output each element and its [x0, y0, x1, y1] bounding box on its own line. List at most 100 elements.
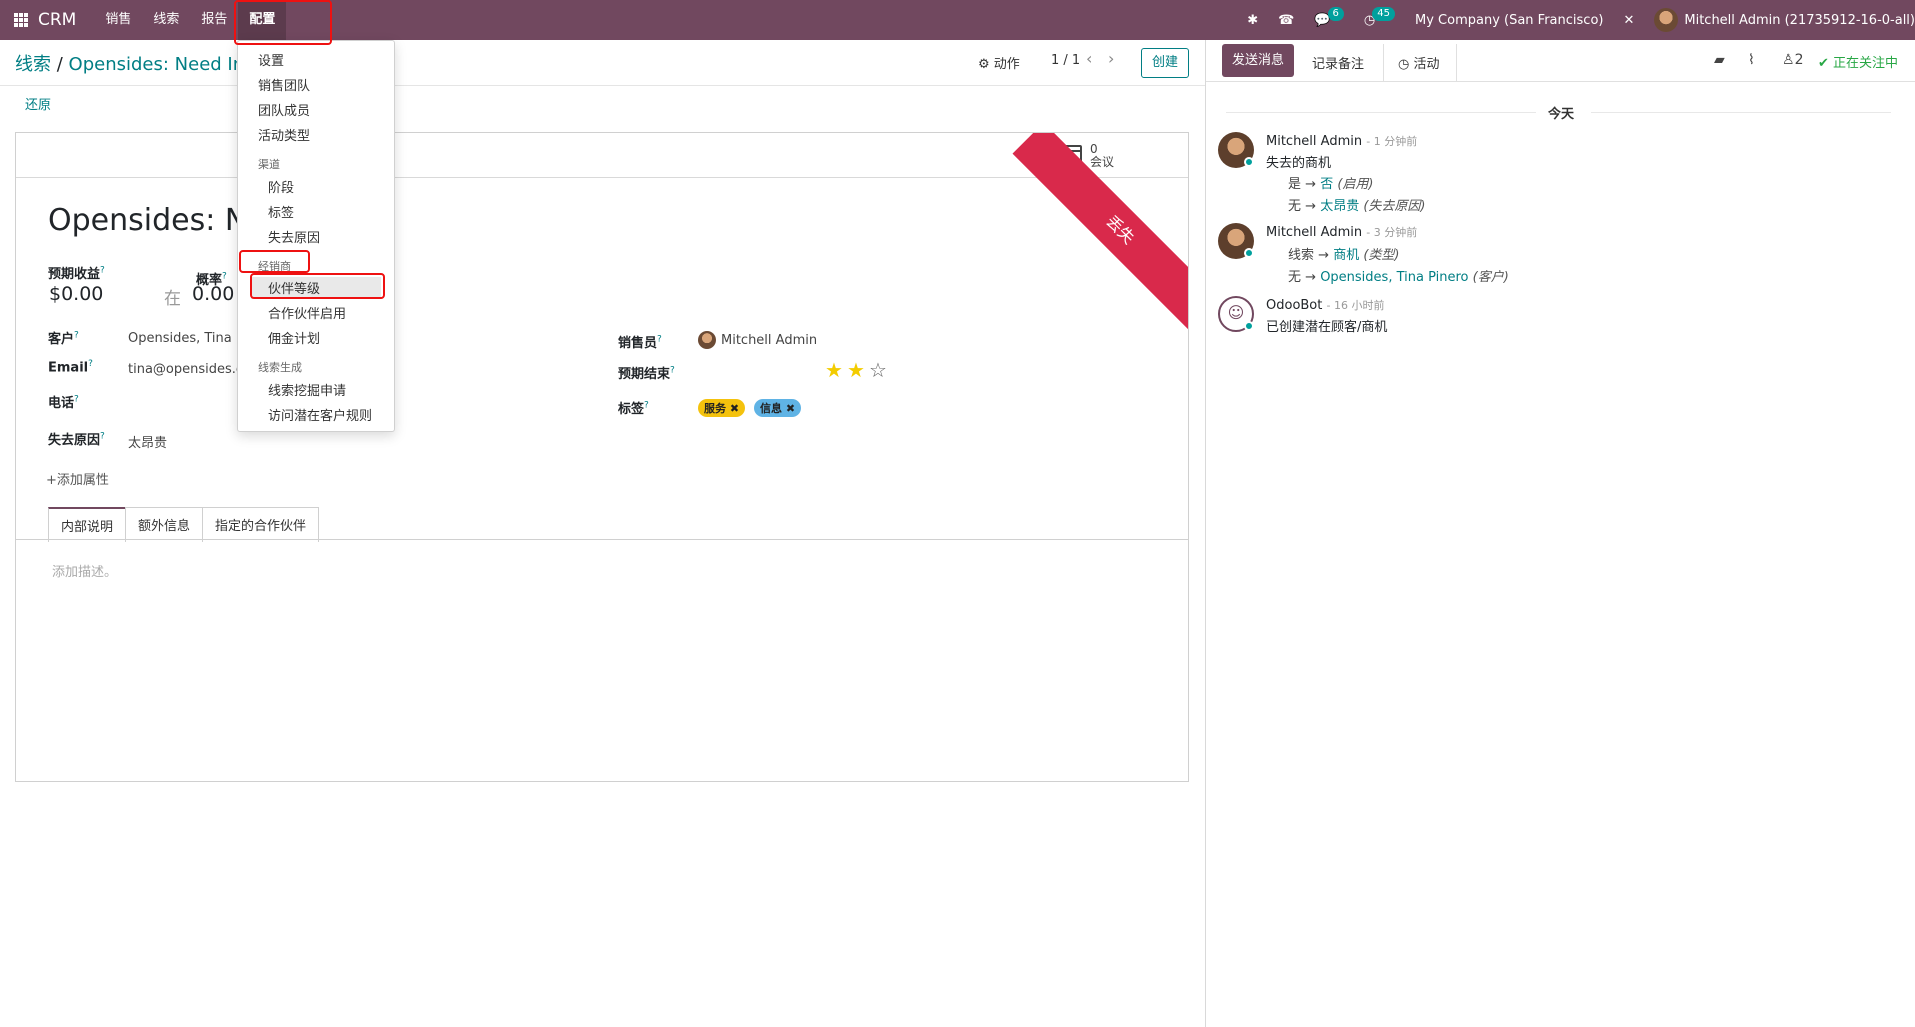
message-body: 已创建潜在顾客/商机	[1266, 320, 1388, 335]
menu-item-activity-types[interactable]: 活动类型	[258, 125, 310, 144]
breadcrumb-leads[interactable]: 线索	[15, 54, 51, 75]
action-label: 动作	[993, 57, 1020, 72]
menu-item-partner-activation[interactable]: 合作伙伴启用	[268, 303, 346, 322]
menu-item-settings[interactable]: 设置	[258, 50, 284, 69]
online-status-icon	[1244, 157, 1254, 167]
star-filled-icon[interactable]: ★	[847, 358, 865, 382]
book-icon[interactable]: ▰	[1714, 52, 1725, 68]
app-name[interactable]: CRM	[38, 10, 76, 30]
star-empty-icon[interactable]: ☆	[869, 358, 887, 382]
tracking-line: 无 → Opensides, Tina Pinero (客户)	[1288, 270, 1509, 285]
menu-item-sales-teams[interactable]: 销售团队	[258, 75, 310, 94]
user-name: Mitchell Admin (21735912-16-0-all)	[1684, 12, 1915, 28]
phone-label: 电话?	[48, 394, 79, 411]
app-menu-button[interactable]	[4, 0, 38, 40]
email-field[interactable]: tina@opensides.e:	[128, 362, 248, 377]
menu-item-lead-mining[interactable]: 线索挖掘申请	[268, 380, 346, 399]
online-status-icon	[1244, 321, 1254, 331]
tracking-line: 线索 → 商机 (类型)	[1288, 248, 1400, 263]
lead-title[interactable]: Opensides: Ne	[48, 203, 266, 238]
description-input[interactable]: 添加描述。	[52, 561, 117, 580]
activity-button[interactable]: ◷ 活动	[1383, 44, 1457, 82]
messages-button[interactable]: 💬 6	[1314, 7, 1344, 28]
message-body: 失去的商机	[1266, 156, 1332, 171]
user-icon: ♙	[1782, 52, 1795, 68]
menu-reporting[interactable]: 报告	[190, 0, 238, 40]
add-property-button[interactable]: +添加属性	[46, 469, 109, 488]
section-pipeline: 渠道	[258, 158, 280, 171]
pager-value[interactable]: 1 / 1	[1051, 53, 1080, 68]
tags-label: 标签?	[618, 400, 649, 417]
undo-button[interactable]: 还原	[25, 94, 51, 113]
lost-reason-field[interactable]: 太昂贵	[128, 432, 167, 451]
menu-sales[interactable]: 销售	[94, 0, 142, 40]
following-button[interactable]: ✔ 正在关注中	[1818, 52, 1898, 71]
menu-item-visit-rules[interactable]: 访问潜在客户规则	[268, 405, 372, 424]
expected-revenue-label: 预期收益?	[48, 265, 105, 282]
gear-icon: ⚙	[978, 57, 990, 72]
phone-icon[interactable]: ☎	[1278, 13, 1294, 28]
message-author: Mitchell Admin - 3 分钟前	[1266, 225, 1418, 240]
divider	[1591, 112, 1891, 113]
section-lead-generation: 线索生成	[258, 361, 302, 374]
avatar	[1654, 8, 1679, 32]
notebook-tabs: 内部说明 额外信息 指定的合作伙伴	[48, 507, 320, 542]
highlight-box	[234, 0, 332, 45]
menu-item-lost-reasons[interactable]: 失去原因	[268, 227, 320, 246]
message-author: OdooBot - 16 小时前	[1266, 298, 1385, 313]
activities-button[interactable]: ◷ 45	[1364, 7, 1395, 28]
lost-reason-label: 失去原因?	[48, 431, 105, 448]
probability-field[interactable]: 0.00	[192, 283, 234, 305]
menu-item-commission-plans[interactable]: 佣金计划	[268, 328, 320, 347]
breadcrumb: 线索 / Opensides: Need Info	[15, 50, 261, 76]
send-message-button[interactable]: 发送消息	[1222, 44, 1294, 77]
chatter-panel: 发送消息 记录备注 ◷ 活动 ▰ ⌇ ♙2 ✔ 正在关注中 今天 Mitchel…	[1205, 40, 1915, 1027]
expected-close-label: 预期结束?	[618, 365, 675, 382]
chevron-right-icon[interactable]: ›	[1108, 49, 1114, 68]
email-label: Email?	[48, 359, 93, 376]
plus-icon: +	[46, 473, 57, 488]
meeting-label: 会议	[1090, 154, 1115, 169]
clock-icon: ◷	[1398, 57, 1410, 72]
tag-service[interactable]: 服务 ✖	[698, 399, 746, 417]
star-filled-icon[interactable]: ★	[825, 358, 843, 382]
tracking-line: 是 → 否 (启用)	[1288, 177, 1374, 192]
log-note-button[interactable]: 记录备注	[1312, 53, 1364, 72]
salesperson-label: 销售员?	[618, 334, 662, 351]
paperclip-icon[interactable]: ⌇	[1748, 52, 1755, 68]
probability-prefix: 在	[164, 289, 181, 309]
user-menu[interactable]: Mitchell Admin (21735912-16-0-all)	[1654, 8, 1915, 32]
menu-item-tags[interactable]: 标签	[268, 202, 294, 221]
customer-field[interactable]: Opensides, Tina P	[128, 331, 244, 346]
tracking-line: 无 → 太昂贵 (失去原因)	[1288, 199, 1426, 214]
chevron-left-icon[interactable]: ‹	[1086, 49, 1092, 68]
online-status-icon	[1244, 248, 1254, 258]
company-switcher[interactable]: My Company (San Francisco)	[1415, 13, 1603, 28]
breadcrumb-current: Opensides: Need Info	[68, 54, 262, 75]
salesperson-field[interactable]: Mitchell Admin	[698, 331, 817, 349]
create-button[interactable]: 创建	[1141, 48, 1189, 78]
followers-button[interactable]: ♙2	[1782, 52, 1803, 68]
tab-assigned-partner[interactable]: 指定的合作伙伴	[202, 507, 320, 542]
menu-leads[interactable]: 线索	[142, 0, 190, 40]
expected-revenue-field[interactable]: $0.00	[49, 283, 103, 305]
menu-item-team-members[interactable]: 团队成员	[258, 100, 310, 119]
statusbar: 0 会议	[16, 133, 1188, 178]
menu-item-stages[interactable]: 阶段	[268, 177, 294, 196]
action-button[interactable]: ⚙ 动作	[978, 53, 1020, 72]
configuration-dropdown: 设置 销售团队 团队成员 活动类型 渠道 阶段 标签 失去原因 经销商 伙伴等级…	[237, 40, 395, 432]
tag-info[interactable]: 信息 ✖	[754, 399, 802, 417]
bug-icon[interactable]: ✱	[1247, 13, 1258, 28]
tab-extra-info[interactable]: 额外信息	[125, 507, 204, 542]
tab-internal-notes[interactable]: 内部说明	[48, 507, 127, 542]
highlight-box	[239, 250, 310, 273]
avatar	[698, 331, 716, 349]
form-sheet: 0 会议 丢失 Opensides: Ne 预期收益? $0.00 概率? 在 …	[15, 132, 1189, 782]
customer-label: 客户?	[48, 330, 79, 347]
activities-badge: 45	[1372, 7, 1395, 21]
breadcrumb-separator: /	[56, 54, 69, 75]
divider	[0, 85, 1205, 86]
messages-badge: 6	[1327, 7, 1344, 21]
highlight-box	[250, 273, 385, 299]
tools-icon[interactable]: ✕	[1623, 13, 1634, 28]
